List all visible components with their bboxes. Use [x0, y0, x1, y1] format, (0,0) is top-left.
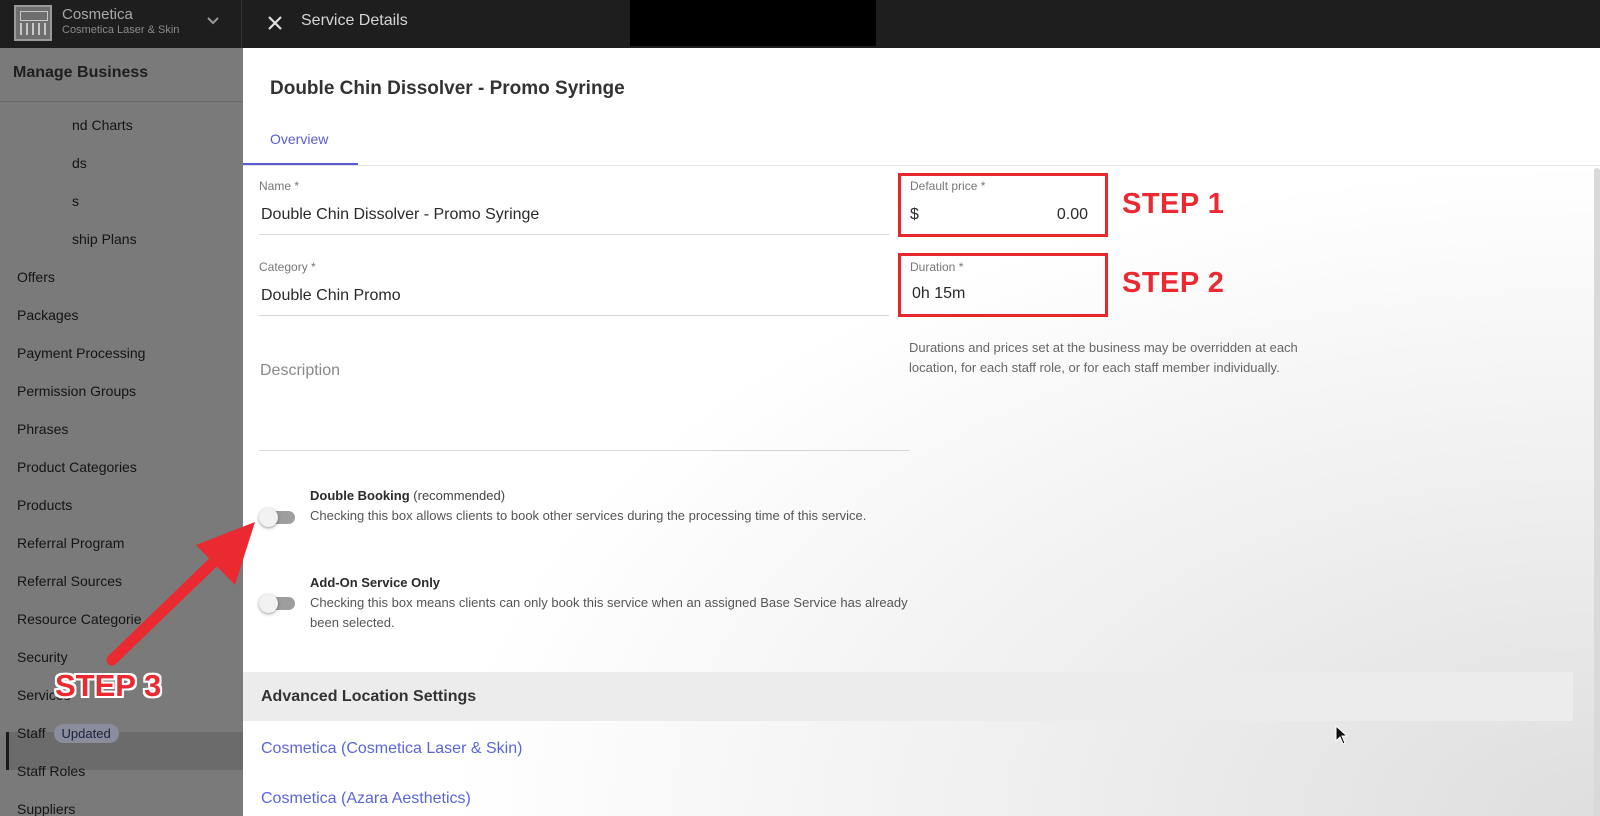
sidebar-item-fields[interactable]: ds	[72, 155, 87, 171]
sidebar-item-membership-plans[interactable]: ship Plans	[72, 231, 137, 247]
step2-highlight-box	[898, 253, 1108, 317]
description-underline	[259, 450, 909, 451]
add-on-toggle[interactable]	[259, 594, 295, 613]
toggle-knob	[259, 508, 278, 527]
step1-highlight-box	[898, 173, 1108, 237]
toggle-knob	[259, 594, 278, 613]
updated-badge: Updated	[53, 724, 119, 743]
double-booking-description: Checking this box allows clients to book…	[310, 508, 867, 523]
double-booking-label: Double Booking	[310, 488, 410, 503]
business-switcher[interactable]: Cosmetica Cosmetica Laser & Skin	[0, 0, 242, 48]
sidebar-item-suppliers[interactable]: Suppliers	[17, 801, 75, 816]
sidebar-item-referral-sources[interactable]: Referral Sources	[17, 573, 122, 589]
advanced-location-header: Advanced Location Settings	[261, 688, 477, 705]
sidebar-item-phrases[interactable]: Phrases	[17, 421, 68, 437]
name-underline	[259, 234, 889, 235]
business-name: Cosmetica	[62, 6, 133, 23]
chevron-down-icon[interactable]	[204, 12, 222, 30]
tabs-divider	[243, 165, 1600, 166]
step2-label: STEP 2	[1122, 267, 1225, 299]
name-label: Name *	[259, 179, 300, 193]
service-details-panel: Double Chin Dissolver - Promo Syringe Ov…	[243, 48, 1600, 816]
panel-scrollbar[interactable]	[1594, 168, 1600, 816]
redacted-region	[630, 0, 876, 46]
dialog-title: Service Details	[301, 12, 408, 29]
advanced-location-settings[interactable]: Advanced Location Settings	[243, 672, 1573, 721]
sidebar-item-packages[interactable]: Packages	[17, 307, 78, 323]
sidebar-item-security[interactable]: Security	[17, 649, 68, 665]
close-icon[interactable]	[262, 10, 288, 36]
category-label: Category *	[259, 260, 316, 274]
step1-label: STEP 1	[1122, 188, 1225, 220]
location-link[interactable]: Cosmetica (Cosmetica Laser & Skin)	[261, 740, 522, 758]
sidebar-item-charts[interactable]: nd Charts	[72, 117, 133, 133]
step3-label: STEP 3	[55, 668, 162, 703]
double-booking-toggle[interactable]	[259, 508, 295, 527]
name-input[interactable]: Double Chin Dissolver - Promo Syringe	[261, 206, 539, 224]
sidebar-header: Manage Business	[0, 48, 243, 102]
description-input[interactable]: Description	[260, 362, 340, 380]
sidebar-item-payment-processing[interactable]: Payment Processing	[17, 345, 145, 361]
double-booking-title: Double Booking (recommended)	[310, 488, 505, 503]
sidebar-item-offers[interactable]: Offers	[17, 269, 55, 285]
top-bar: Cosmetica Cosmetica Laser & Skin Service…	[0, 0, 1600, 48]
category-underline	[259, 315, 889, 316]
add-on-description: Checking this box means clients can only…	[310, 595, 908, 630]
business-logo	[14, 5, 52, 41]
sidebar-item-forms[interactable]: s	[72, 193, 79, 209]
page-title: Double Chin Dissolver - Promo Syringe	[270, 78, 625, 99]
sidebar-item-permission-groups[interactable]: Permission Groups	[17, 383, 136, 399]
sidebar-item-staff[interactable]: Staff Updated	[17, 724, 119, 743]
mouse-cursor-icon	[1335, 725, 1349, 745]
sidebar-item-products[interactable]: Products	[17, 497, 72, 513]
sidebar-item-resource-categories[interactable]: Resource Categorie	[17, 611, 142, 627]
business-location: Cosmetica Laser & Skin	[62, 24, 180, 36]
tab-label: Overview	[270, 131, 329, 147]
pricing-help-text: Durations and prices set at the business…	[909, 340, 1298, 375]
add-on-title: Add-On Service Only	[310, 575, 441, 590]
category-select[interactable]: Double Chin Promo	[261, 287, 401, 305]
tab-overview[interactable]: Overview	[243, 118, 358, 165]
sidebar-item-label: Staff	[17, 725, 46, 741]
sidebar-item-product-categories[interactable]: Product Categories	[17, 459, 137, 475]
location-link[interactable]: Cosmetica (Azara Aesthetics)	[261, 790, 471, 808]
sidebar-title: Manage Business	[13, 64, 149, 81]
sidebar-item-staff-roles[interactable]: Staff Roles	[17, 763, 85, 779]
recommended-note: (recommended)	[413, 488, 506, 503]
sidebar-item-referral-program[interactable]: Referral Program	[17, 535, 124, 551]
